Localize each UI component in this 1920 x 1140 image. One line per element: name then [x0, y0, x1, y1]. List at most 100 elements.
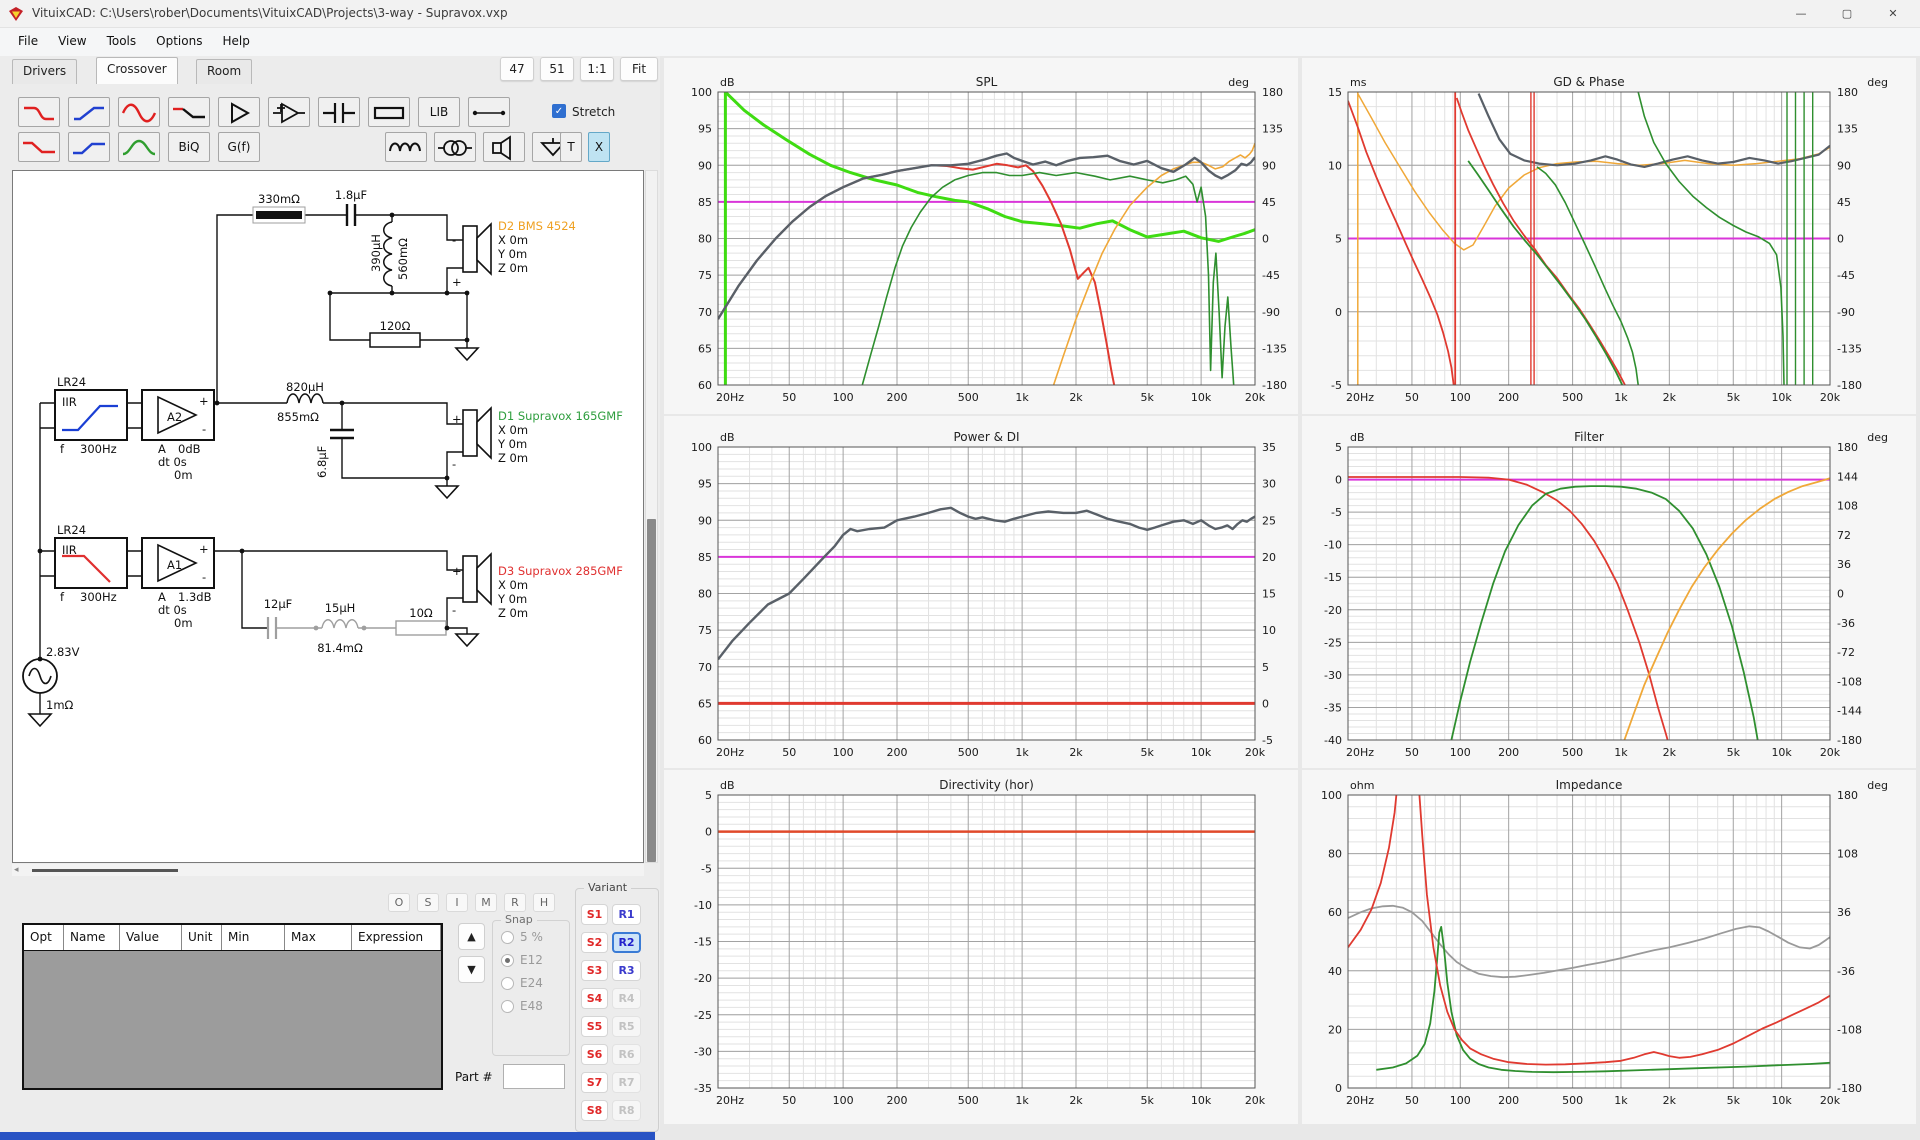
variant-button-s8[interactable]: S8 — [581, 1100, 608, 1121]
snap-option-E24[interactable]: E24 — [501, 976, 569, 990]
gf-button[interactable]: G(f) — [218, 132, 260, 162]
svg-text:dB: dB — [720, 779, 735, 792]
snap-title: Snap — [501, 913, 537, 926]
lowpass-button[interactable] — [18, 97, 60, 127]
lowpass-icon — [24, 106, 54, 121]
menu-item-help[interactable]: Help — [212, 28, 259, 54]
schematic-label: LR24 — [57, 375, 86, 389]
variant-button-r5[interactable]: R5 — [612, 1016, 641, 1037]
vscroll-thumb[interactable] — [647, 519, 656, 862]
svg-text:5k: 5k — [1727, 1094, 1741, 1107]
mini-button-o[interactable]: O — [388, 893, 410, 912]
snap-option-E12[interactable]: E12 — [501, 953, 569, 967]
menu-item-tools[interactable]: Tools — [97, 28, 147, 54]
highpass-button[interactable] — [68, 97, 110, 127]
svg-text:108: 108 — [1837, 500, 1858, 513]
schematic-label: Y 0m — [497, 247, 527, 261]
chart-title-filter: Filter — [1574, 430, 1604, 444]
vertical-scrollbar[interactable] — [645, 170, 658, 863]
driver-button[interactable] — [483, 132, 525, 162]
move-up-button[interactable]: ▲ — [458, 923, 485, 950]
schematic-label: A — [158, 590, 166, 604]
snap-option-E48[interactable]: E48 — [501, 999, 569, 1013]
variant-button-r4[interactable]: R4 — [612, 988, 641, 1009]
mini-button-i[interactable]: I — [446, 893, 468, 912]
terminal-button[interactable]: T — [560, 132, 582, 162]
variant-button-s3[interactable]: S3 — [581, 960, 608, 981]
lowshelf-button[interactable] — [18, 132, 60, 162]
svg-text:1k: 1k — [1614, 1094, 1628, 1107]
opamp-button[interactable] — [268, 97, 310, 127]
variant-button-r8[interactable]: R8 — [612, 1100, 641, 1121]
part-number-input[interactable] — [503, 1064, 565, 1089]
mini-button-m[interactable]: M — [475, 893, 497, 912]
hscroll-thumb[interactable] — [32, 869, 178, 872]
peak-eq-button[interactable] — [118, 132, 160, 162]
menu-item-view[interactable]: View — [48, 28, 96, 54]
highpass-icon — [74, 106, 104, 121]
allpass-button[interactable] — [118, 97, 160, 127]
variant-button-s7[interactable]: S7 — [581, 1072, 608, 1093]
svg-text:80: 80 — [1328, 848, 1342, 861]
maximize-button[interactable]: ▢ — [1824, 0, 1870, 28]
transformer-button[interactable] — [434, 132, 476, 162]
horizontal-scrollbar[interactable]: ◂ — [12, 864, 644, 876]
biquad-button[interactable]: BiQ — [168, 132, 210, 162]
svg-text:85: 85 — [698, 551, 712, 564]
close-button[interactable]: ✕ — [1870, 0, 1916, 28]
schematic-label: 120Ω — [380, 319, 411, 333]
svg-text:-15: -15 — [1324, 571, 1342, 584]
tab-room[interactable]: Room — [196, 59, 253, 84]
svg-text:100: 100 — [833, 746, 854, 759]
schematic-label: 300Hz — [80, 590, 117, 604]
variant-button-r7[interactable]: R7 — [612, 1072, 641, 1093]
svg-text:10k: 10k — [1191, 746, 1212, 759]
wire-button[interactable] — [468, 97, 510, 127]
variant-button-s5[interactable]: S5 — [581, 1016, 608, 1037]
variant-button-r1[interactable]: R1 — [612, 904, 641, 925]
variant-button-s1[interactable]: S1 — [581, 904, 608, 925]
svg-text:95: 95 — [698, 478, 712, 491]
svg-text:ohm: ohm — [1350, 779, 1374, 792]
menu-item-file[interactable]: File — [8, 28, 48, 54]
variant-button-s6[interactable]: S6 — [581, 1044, 608, 1065]
capacitor-button[interactable] — [318, 97, 360, 127]
zoom-button-51[interactable]: 51 — [540, 57, 574, 81]
optimizer-table[interactable]: Opt Name Value Unit Min Max Expression — [22, 923, 443, 1090]
mini-button-r[interactable]: R — [504, 893, 526, 912]
move-down-button[interactable]: ▼ — [458, 956, 485, 983]
snap-option-5[interactable]: 5 % — [501, 930, 569, 944]
minimize-button[interactable]: — — [1778, 0, 1824, 28]
svg-text:2k: 2k — [1069, 391, 1083, 404]
variant-button-r6[interactable]: R6 — [612, 1044, 641, 1065]
x-button[interactable]: X — [588, 132, 610, 162]
variant-button-r2[interactable]: R2 — [612, 932, 641, 953]
zoom-button-fit[interactable]: Fit — [620, 57, 658, 81]
stretch-checkbox[interactable]: ✓ — [552, 104, 566, 118]
svg-text:35: 35 — [1262, 441, 1276, 454]
highshelf-button[interactable] — [68, 132, 110, 162]
svg-text:100: 100 — [1450, 746, 1471, 759]
schematic-label: 820µH — [286, 380, 324, 394]
menu-item-options[interactable]: Options — [146, 28, 212, 54]
variant-button-s2[interactable]: S2 — [581, 932, 608, 953]
hscroll-left-arrow[interactable]: ◂ — [14, 864, 19, 876]
buffer-button[interactable] — [218, 97, 260, 127]
schematic-label: + — [452, 275, 462, 289]
chart-title-dir: Directivity (hor) — [939, 778, 1034, 792]
schematic-canvas[interactable]: 330mΩ 1.8µF 390µH 560mΩ - + D2 BMS 4524 X 0m Y 0… — [12, 170, 644, 863]
library-button[interactable]: LIB — [418, 97, 460, 127]
variant-button-r3[interactable]: R3 — [612, 960, 641, 981]
svg-text:-36: -36 — [1837, 965, 1855, 978]
mini-button-s[interactable]: S — [417, 893, 439, 912]
stretch-label: Stretch — [572, 105, 616, 119]
zoom-button-1-1[interactable]: 1:1 — [580, 57, 614, 81]
zoom-button-47[interactable]: 47 — [500, 57, 534, 81]
tab-drivers[interactable]: Drivers — [12, 59, 78, 84]
inductor-button[interactable] — [385, 132, 427, 162]
variant-button-s4[interactable]: S4 — [581, 988, 608, 1009]
shelf-button[interactable] — [168, 97, 210, 127]
tab-crossover[interactable]: Crossover — [96, 57, 178, 84]
resistor-button[interactable] — [368, 97, 410, 127]
mini-button-h[interactable]: H — [533, 893, 555, 912]
